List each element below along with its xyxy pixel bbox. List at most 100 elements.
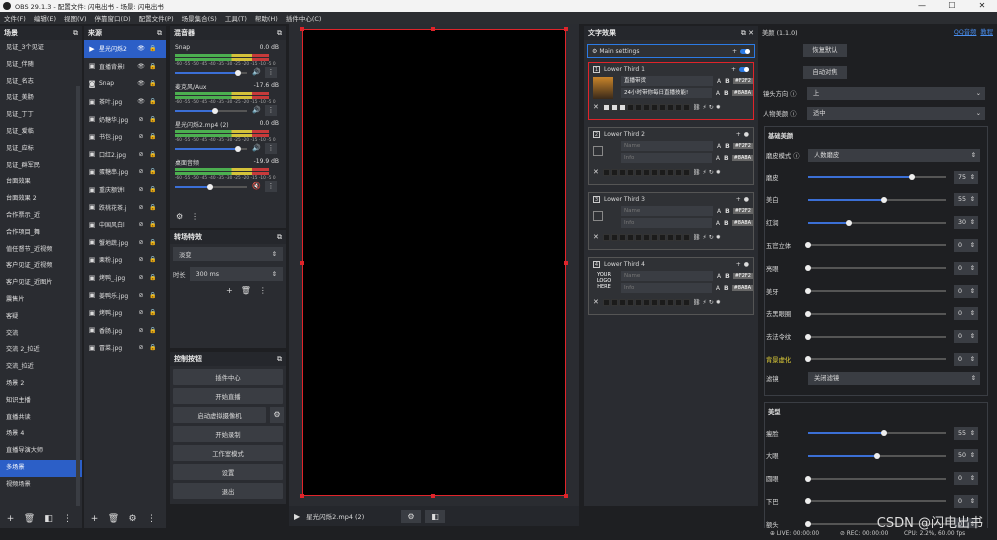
control-button[interactable]: 开始录制 bbox=[173, 426, 283, 442]
eye-icon[interactable]: ⊘ bbox=[137, 256, 145, 263]
speaker-icon[interactable]: 🔊 bbox=[252, 144, 261, 152]
slot-square[interactable] bbox=[658, 103, 666, 111]
lock-icon[interactable]: 🔒 bbox=[149, 309, 157, 316]
scene-item[interactable]: 台面效果 bbox=[0, 174, 82, 191]
slot-square[interactable] bbox=[626, 233, 634, 241]
slot-square[interactable] bbox=[650, 168, 658, 176]
more-icon[interactable]: ⋮ bbox=[265, 67, 277, 78]
color-swatch[interactable]: #8A8A bbox=[731, 285, 753, 291]
lock-icon[interactable]: 🔒 bbox=[149, 168, 157, 175]
scene-item[interactable]: 多场景 bbox=[0, 459, 82, 477]
source-item[interactable]: ▣ 冒菜.jpg ⊘ 🔒 bbox=[84, 339, 166, 357]
source-item[interactable]: ▣ 直播背景l 👁 🔒 bbox=[84, 58, 166, 76]
resize-handle[interactable] bbox=[564, 261, 568, 265]
beauty-slider[interactable] bbox=[805, 475, 946, 482]
source-item[interactable]: ▣ 蟹地蔬.jpg ⊘ 🔒 bbox=[84, 234, 166, 252]
font-icon[interactable]: A bbox=[717, 78, 721, 85]
slot-square[interactable] bbox=[626, 103, 634, 111]
slot-square[interactable] bbox=[674, 233, 682, 241]
lock-icon[interactable]: 🔒 bbox=[149, 292, 157, 299]
play-icon[interactable]: ▶ bbox=[294, 512, 300, 521]
lock-icon[interactable]: 🔒 bbox=[149, 239, 157, 246]
refresh-icon[interactable]: ↻ bbox=[709, 234, 714, 241]
undock-close-icon[interactable]: ⧉ ✕ bbox=[741, 29, 754, 38]
menu-item[interactable]: 视图(V) bbox=[60, 13, 91, 23]
undock-icon[interactable]: ⧉ bbox=[277, 355, 282, 364]
trash-icon[interactable]: 🗑 bbox=[106, 513, 121, 525]
beauty-slider[interactable] bbox=[805, 333, 946, 340]
resize-handle[interactable] bbox=[300, 494, 304, 498]
slot-square[interactable] bbox=[610, 103, 618, 111]
source-item[interactable]: ▣ 跌桃花茶.j ⊘ 🔒 bbox=[84, 198, 166, 216]
slot-square[interactable] bbox=[666, 233, 674, 241]
toggle-switch[interactable] bbox=[739, 66, 749, 72]
lock-icon[interactable]: 🔒 bbox=[149, 256, 157, 263]
eye-icon[interactable]: ⊘ bbox=[137, 309, 145, 316]
scene-item[interactable]: 见证_爱临 bbox=[0, 124, 82, 141]
more-icon[interactable]: ⋮ bbox=[191, 212, 199, 221]
menu-item[interactable]: 工具(T) bbox=[221, 13, 251, 23]
slot-square[interactable] bbox=[666, 298, 674, 306]
slot-square[interactable] bbox=[634, 168, 642, 176]
scene-item[interactable]: 场景 2 bbox=[0, 376, 82, 393]
lock-icon[interactable]: 🔒 bbox=[149, 327, 157, 334]
volume-slider[interactable] bbox=[175, 146, 247, 152]
gear-icon[interactable]: ⚙ bbox=[270, 407, 284, 423]
main-settings-row[interactable]: ⚙ Main settings + bbox=[587, 44, 755, 58]
slot-square[interactable] bbox=[650, 298, 658, 306]
scene-item[interactable]: 见证_伴随 bbox=[0, 57, 82, 74]
slot-square[interactable] bbox=[642, 298, 650, 306]
font-icon[interactable]: A bbox=[716, 155, 720, 162]
more-icon[interactable]: ⋮ bbox=[265, 105, 277, 116]
scene-item[interactable]: 客户见证_近图片 bbox=[0, 275, 82, 292]
source-item[interactable]: ▣ 书包.jpg ⊘ 🔒 bbox=[84, 128, 166, 146]
close-icon[interactable]: ✕ bbox=[593, 233, 599, 241]
bold-icon[interactable]: B bbox=[724, 90, 729, 97]
beauty-slider[interactable] bbox=[805, 242, 946, 249]
info-input[interactable]: Info bbox=[621, 218, 712, 228]
resize-handle[interactable] bbox=[300, 27, 304, 31]
eye-icon[interactable]: ⊘ bbox=[137, 221, 145, 228]
beauty-slider[interactable] bbox=[805, 265, 946, 272]
lock-icon[interactable]: 🔒 bbox=[149, 186, 157, 193]
menu-item[interactable]: 配置文件(P) bbox=[135, 13, 178, 23]
info-input[interactable]: 24小时带你每日直播技能! bbox=[621, 88, 712, 98]
bold-icon[interactable]: B bbox=[724, 155, 729, 162]
auto-focus-button[interactable]: 自动对焦 bbox=[803, 66, 847, 79]
menu-item[interactable]: 编辑(E) bbox=[30, 13, 60, 23]
control-button[interactable]: 设置 bbox=[173, 464, 283, 480]
source-item[interactable]: ▣ 蛋糖串.jpg ⊘ 🔒 bbox=[84, 163, 166, 181]
font-icon[interactable]: A bbox=[717, 208, 721, 215]
control-button[interactable]: 退出 bbox=[173, 483, 283, 499]
speaker-icon[interactable]: 🔊 bbox=[252, 68, 261, 76]
font-icon[interactable]: A bbox=[717, 273, 721, 280]
resize-handle[interactable] bbox=[431, 494, 435, 498]
value-spinbox[interactable]: 55 ⇕ bbox=[954, 193, 978, 207]
duration-spinbox[interactable]: 300 ms ⇕ bbox=[189, 267, 283, 281]
minimize-button[interactable]: — bbox=[907, 0, 937, 12]
control-button[interactable]: 插件中心 bbox=[173, 369, 283, 385]
control-button[interactable]: 开始直播 bbox=[173, 388, 283, 404]
scene-item[interactable]: 见证_丁丁 bbox=[0, 107, 82, 124]
toggle-dot-icon[interactable]: ● bbox=[744, 131, 749, 138]
scene-item[interactable]: 震售片 bbox=[0, 292, 82, 309]
cog-icon[interactable]: ✹ bbox=[716, 299, 721, 306]
add-icon[interactable]: + bbox=[3, 513, 18, 525]
color-swatch[interactable]: #8A8A bbox=[731, 155, 753, 161]
source-item[interactable]: ▣ 烤鸭_.jpg ⊘ 🔒 bbox=[84, 269, 166, 287]
font-icon[interactable]: A bbox=[716, 90, 720, 97]
slot-square[interactable] bbox=[642, 233, 650, 241]
slot-square[interactable] bbox=[666, 103, 674, 111]
scene-item[interactable]: 交流 2_拉近 bbox=[0, 342, 82, 359]
lock-icon[interactable]: 🔒 bbox=[149, 221, 157, 228]
source-item[interactable]: ▣ 奶糖华.jpg ⊘ 🔒 bbox=[84, 110, 166, 128]
speaker-icon[interactable]: 🔊 bbox=[252, 106, 261, 114]
bolt-icon[interactable]: ⚡ bbox=[703, 104, 707, 111]
slot-square[interactable] bbox=[634, 103, 642, 111]
toggle-dot-icon[interactable]: ● bbox=[744, 261, 749, 268]
eye-icon[interactable]: ⊘ bbox=[137, 168, 145, 175]
scene-item[interactable]: 值任督节_近视频 bbox=[0, 242, 82, 259]
menu-item[interactable]: 文件(F) bbox=[0, 13, 30, 23]
beauty-slider[interactable] bbox=[808, 452, 946, 459]
slot-square[interactable] bbox=[602, 168, 610, 176]
